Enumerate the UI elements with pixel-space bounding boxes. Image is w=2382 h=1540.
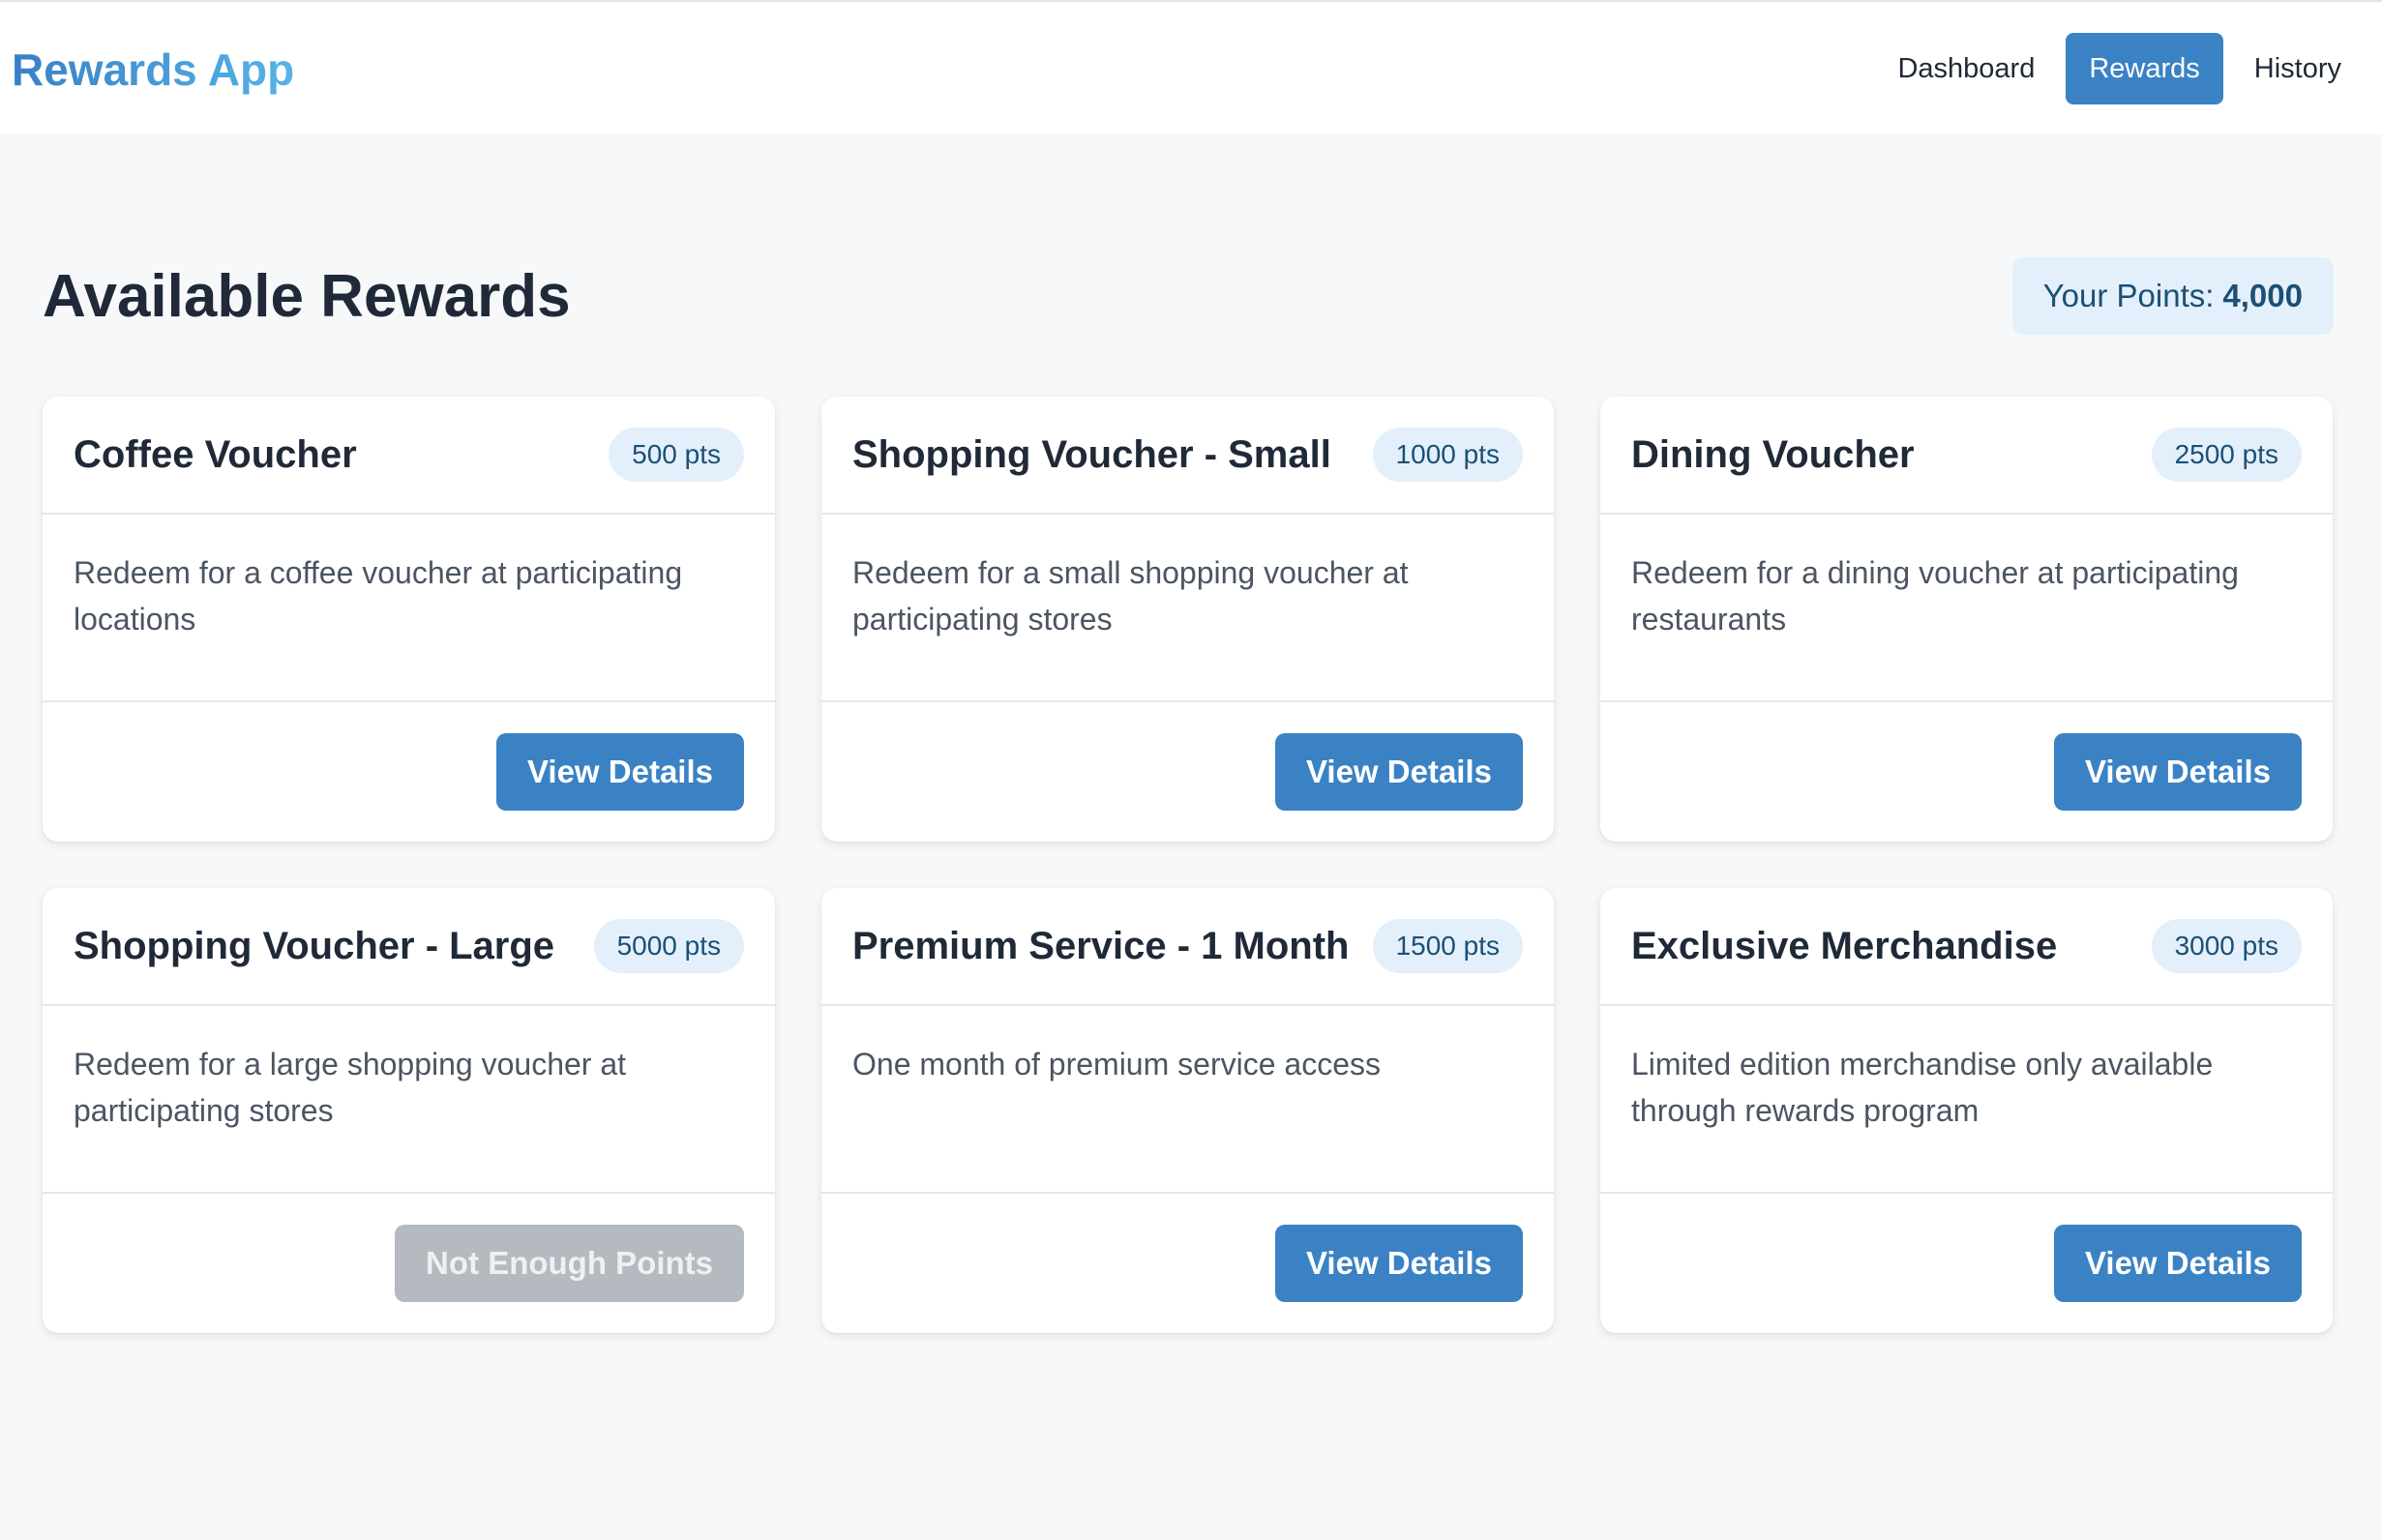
app-logo[interactable]: Rewards App (12, 43, 294, 97)
reward-title: Exclusive Merchandise (1631, 924, 2058, 967)
reward-description: Redeem for a small shopping voucher at p… (821, 515, 1554, 702)
rewards-grid: Coffee Voucher 500 pts Redeem for a coff… (43, 397, 2334, 1333)
view-details-button[interactable]: View Details (2054, 733, 2302, 811)
reward-title: Premium Service - 1 Month (852, 924, 1350, 967)
reward-card-header: Shopping Voucher - Large 5000 pts (43, 888, 775, 1006)
reward-points-badge: 2500 pts (2151, 428, 2302, 482)
reward-points-badge: 500 pts (609, 428, 744, 482)
reward-description: Redeem for a dining voucher at participa… (1600, 515, 2333, 702)
reward-title: Shopping Voucher - Small (852, 432, 1331, 476)
reward-description: Limited edition merchandise only availab… (1600, 1006, 2333, 1194)
main-nav: Dashboard Rewards History (1874, 33, 2382, 104)
points-balance-badge: Your Points: 4,000 (2011, 257, 2334, 335)
reward-card-header: Coffee Voucher 500 pts (43, 397, 775, 515)
reward-card: Shopping Voucher - Small 1000 pts Redeem… (821, 397, 1554, 842)
reward-card-footer: View Details (821, 1194, 1554, 1333)
reward-points-badge: 5000 pts (593, 919, 744, 973)
reward-card-header: Exclusive Merchandise 3000 pts (1600, 888, 2333, 1006)
reward-description: One month of premium service access (821, 1006, 1554, 1194)
reward-card: Exclusive Merchandise 3000 pts Limited e… (1600, 888, 2333, 1333)
reward-card-header: Dining Voucher 2500 pts (1600, 397, 2333, 515)
view-details-button[interactable]: View Details (496, 733, 744, 811)
nav-rewards[interactable]: Rewards (2066, 33, 2223, 104)
view-details-button[interactable]: View Details (2054, 1225, 2302, 1302)
reward-title: Shopping Voucher - Large (74, 924, 555, 967)
page-title: Available Rewards (43, 263, 571, 330)
reward-card: Coffee Voucher 500 pts Redeem for a coff… (43, 397, 775, 842)
view-details-button[interactable]: View Details (1275, 733, 1523, 811)
nav-dashboard[interactable]: Dashboard (1874, 33, 2058, 104)
reward-card-footer: View Details (43, 702, 775, 842)
reward-description: Redeem for a coffee voucher at participa… (43, 515, 775, 702)
not-enough-points-button: Not Enough Points (395, 1225, 744, 1302)
reward-title: Coffee Voucher (74, 432, 357, 476)
points-balance-label: Your Points: (2042, 278, 2215, 313)
nav-history[interactable]: History (2231, 33, 2382, 104)
top-navigation-bar: Rewards App Dashboard Rewards History (0, 0, 2382, 133)
reward-card: Premium Service - 1 Month 1500 pts One m… (821, 888, 1554, 1333)
reward-title: Dining Voucher (1631, 432, 1915, 476)
reward-card: Shopping Voucher - Large 5000 pts Redeem… (43, 888, 775, 1333)
reward-points-badge: 1000 pts (1372, 428, 1523, 482)
reward-card-footer: View Details (1600, 1194, 2333, 1333)
reward-points-badge: 1500 pts (1372, 919, 1523, 973)
reward-points-badge: 3000 pts (2151, 919, 2302, 973)
points-balance-value: 4,000 (2222, 278, 2303, 313)
reward-card-footer: Not Enough Points (43, 1194, 775, 1333)
view-details-button[interactable]: View Details (1275, 1225, 1523, 1302)
reward-card-header: Shopping Voucher - Small 1000 pts (821, 397, 1554, 515)
reward-card: Dining Voucher 2500 pts Redeem for a din… (1600, 397, 2333, 842)
reward-card-header: Premium Service - 1 Month 1500 pts (821, 888, 1554, 1006)
reward-description: Redeem for a large shopping voucher at p… (43, 1006, 775, 1194)
reward-card-footer: View Details (821, 702, 1554, 842)
reward-card-footer: View Details (1600, 702, 2333, 842)
